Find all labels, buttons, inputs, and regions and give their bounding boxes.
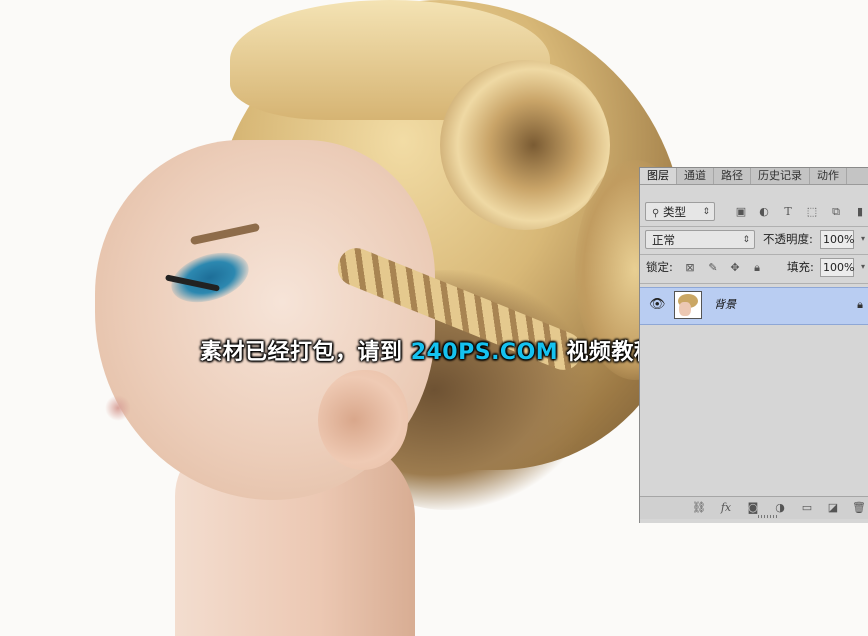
resize-grip[interactable] bbox=[758, 515, 778, 518]
lips-shape bbox=[105, 395, 131, 421]
lock-row: 锁定: ⊠ ✎ ✥ 🔒︎ 填充: 100% ▾ bbox=[640, 258, 868, 282]
tab-history[interactable]: 历史记录 bbox=[751, 168, 810, 184]
tab-channels[interactable]: 通道 bbox=[677, 168, 714, 184]
blend-mode-select[interactable]: 正常 ⇕ bbox=[645, 230, 755, 249]
eye-icon[interactable]: 👁︎ bbox=[649, 297, 666, 313]
caption-prefix: 素材已经打包，请到 bbox=[200, 340, 403, 365]
search-icon: ⚲ bbox=[652, 208, 660, 219]
tab-paths[interactable]: 路径 bbox=[714, 168, 751, 184]
tab-actions[interactable]: 动作 bbox=[810, 168, 847, 184]
layer-name[interactable]: 背景 bbox=[714, 288, 736, 322]
chevron-updown-icon: ⇕ bbox=[702, 207, 710, 217]
divider bbox=[640, 254, 868, 255]
blend-row: 正常 ⇕ 不透明度: 100% ▾ bbox=[640, 230, 868, 254]
hair-curl-shape bbox=[440, 60, 610, 230]
lock-label: 锁定: bbox=[646, 260, 673, 274]
ear-shape bbox=[318, 370, 408, 470]
image-filter-icon[interactable]: ▣ bbox=[734, 205, 748, 219]
layer-thumbnail bbox=[674, 291, 702, 319]
filter-toggle-icon[interactable]: ▮ bbox=[853, 205, 867, 219]
layers-panel: 图层 通道 路径 历史记录 动作 ⚲ 类型 ⇕ ▣ ◐ T ⬚ ⧉ ▮ 正常 ⇕… bbox=[639, 167, 868, 523]
mask-icon[interactable]: ◙ bbox=[746, 501, 760, 515]
opacity-input[interactable]: 100% bbox=[820, 230, 854, 249]
lock-image-icon[interactable]: ✎ bbox=[706, 261, 720, 275]
blend-mode-value: 正常 bbox=[652, 233, 675, 247]
fill-input[interactable]: 100% bbox=[820, 258, 854, 277]
lock-transparent-icon[interactable]: ⊠ bbox=[683, 261, 697, 275]
caption-site: 240PS.COM bbox=[410, 340, 559, 365]
filter-kind-label: 类型 bbox=[662, 205, 686, 219]
divider bbox=[640, 283, 868, 284]
fx-icon[interactable]: fx bbox=[719, 501, 733, 515]
filter-row: ⚲ 类型 ⇕ ▣ ◐ T ⬚ ⧉ ▮ bbox=[640, 202, 868, 226]
adjustment-filter-icon[interactable]: ◐ bbox=[757, 205, 771, 219]
lock-icon: 🔒︎ bbox=[857, 298, 863, 311]
divider bbox=[640, 226, 868, 227]
adjustment-icon[interactable]: ◑ bbox=[773, 501, 787, 515]
chevron-down-icon[interactable]: ▾ bbox=[856, 260, 868, 274]
download-caption: 素材已经打包，请到 240PS.COM 视频教程下载 bbox=[200, 334, 701, 366]
link-icon[interactable]: ⛓ bbox=[692, 501, 706, 515]
lock-all-icon[interactable]: 🔒︎ bbox=[750, 261, 764, 275]
opacity-label: 不透明度: bbox=[763, 232, 813, 246]
smart-object-filter-icon[interactable]: ⧉ bbox=[829, 205, 843, 219]
new-layer-icon[interactable]: ◪ bbox=[826, 501, 840, 515]
filter-kind-select[interactable]: ⚲ 类型 ⇕ bbox=[645, 202, 715, 221]
tab-layers[interactable]: 图层 bbox=[640, 168, 677, 184]
group-folder-icon[interactable]: ▭ bbox=[800, 501, 814, 515]
shape-filter-icon[interactable]: ⬚ bbox=[805, 205, 819, 219]
panel-tab-bar: 图层 通道 路径 历史记录 动作 bbox=[640, 168, 868, 185]
type-filter-icon[interactable]: T bbox=[781, 205, 795, 219]
layers-footer-toolbar: ⛓ fx ◙ ◑ ▭ ◪ 🗑︎ bbox=[640, 496, 868, 519]
trash-icon[interactable]: 🗑︎ bbox=[852, 501, 866, 515]
chevron-updown-icon: ⇕ bbox=[742, 235, 750, 245]
thumbnail-face bbox=[679, 302, 691, 316]
fill-label: 填充: bbox=[787, 260, 814, 274]
layer-row-background[interactable]: 👁︎ 背景 🔒︎ bbox=[640, 287, 868, 325]
lock-position-icon[interactable]: ✥ bbox=[728, 261, 742, 275]
chevron-down-icon[interactable]: ▾ bbox=[856, 232, 868, 246]
